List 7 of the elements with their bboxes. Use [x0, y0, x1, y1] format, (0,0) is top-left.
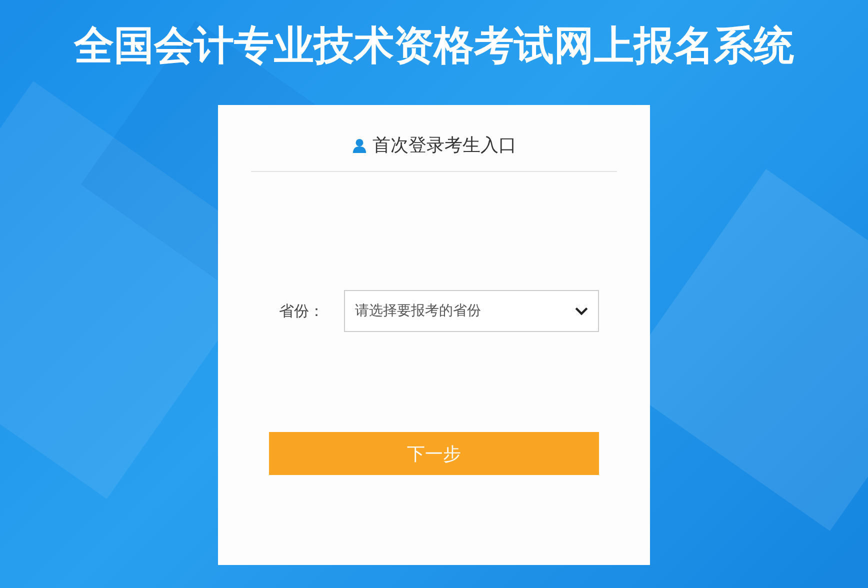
system-title: 全国会计专业技术资格考试网上报名系统: [74, 22, 794, 71]
card-heading: 首次登录考生入口: [372, 134, 516, 157]
province-select[interactable]: 请选择要报考的省份: [344, 290, 599, 332]
next-button[interactable]: 下一步: [269, 432, 599, 475]
chevron-down-icon: [575, 307, 588, 316]
province-label: 省份：: [279, 302, 325, 320]
user-icon: [352, 138, 366, 152]
